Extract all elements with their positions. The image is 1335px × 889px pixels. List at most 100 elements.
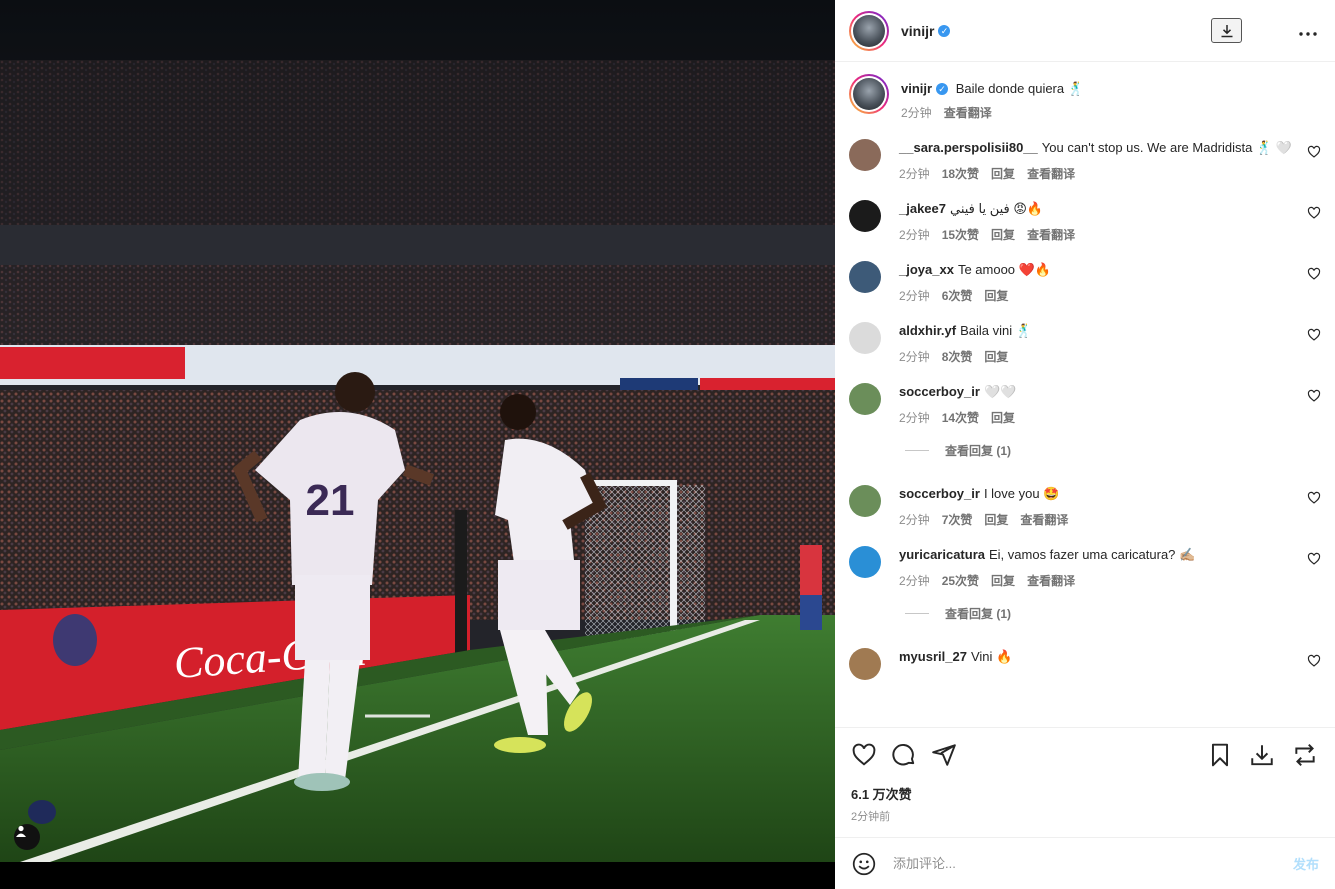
post-time: 2分钟前: [851, 811, 891, 823]
view-replies-button[interactable]: 查看回复 (1): [905, 442, 1321, 459]
comment-like-heart-icon[interactable]: [1307, 267, 1321, 281]
commenter-avatar[interactable]: [849, 546, 881, 578]
comment-time: 2分钟: [899, 574, 930, 588]
commenter-username[interactable]: soccerboy_ir: [899, 384, 980, 399]
comment-like-count[interactable]: 15次赞: [942, 226, 979, 243]
verified-badge-icon: ✓: [938, 24, 951, 37]
comment-text: Baila vini 🕺: [960, 323, 1032, 338]
comment-time: 2分钟: [899, 350, 930, 364]
like-count[interactable]: 6.1 万次赞: [851, 784, 912, 803]
user-tag-icon[interactable]: [14, 824, 40, 850]
repost-icon[interactable]: [1292, 742, 1318, 768]
comment-like-count[interactable]: 8次赞: [942, 348, 973, 365]
svg-text:21: 21: [306, 476, 355, 525]
comment-like-heart-icon[interactable]: [1307, 389, 1321, 403]
commenter-username[interactable]: myusril_27: [899, 649, 967, 664]
reply-link[interactable]: 回复: [991, 409, 1015, 426]
caption-translate-link[interactable]: 查看翻译: [944, 104, 992, 121]
commenter-avatar[interactable]: [849, 261, 881, 293]
comment-like-count[interactable]: 25次赞: [942, 572, 979, 589]
author-username[interactable]: vinijr: [901, 23, 934, 39]
comments-list[interactable]: vinijr ✓ Baile donde quiera 🕺 2分钟 查看翻译 __…: [835, 62, 1335, 727]
translate-link[interactable]: 查看翻译: [1020, 511, 1068, 528]
commenter-avatar[interactable]: [849, 139, 881, 171]
comment-like-count[interactable]: 7次赞: [942, 511, 973, 528]
comment-like-heart-icon[interactable]: [1307, 328, 1321, 342]
emoji-icon[interactable]: [851, 851, 877, 877]
translate-link[interactable]: 查看翻译: [1027, 226, 1075, 243]
replies-divider: [905, 613, 929, 614]
comment-row: yuricaricatura Ei, vamos fazer uma carica…: [849, 546, 1321, 589]
commenter-avatar[interactable]: [849, 200, 881, 232]
comment-time: 2分钟: [899, 513, 930, 527]
view-replies-label[interactable]: 查看回复 (1): [945, 442, 1011, 459]
comment-like-heart-icon[interactable]: [1307, 206, 1321, 220]
download-button[interactable]: [1211, 18, 1242, 43]
comment-row: soccerboy_ir I love you 🤩 2分钟 7次赞 回复 查看翻译: [849, 485, 1321, 528]
comment-like-heart-icon[interactable]: [1307, 145, 1321, 159]
comment-text: Ei, vamos fazer uma caricatura? ✍🏼: [989, 547, 1196, 562]
caption-time: 2分钟: [901, 106, 932, 120]
post-image[interactable]: Coca-Cola 21: [0, 0, 835, 889]
commenter-username[interactable]: _joya_xx: [899, 262, 954, 277]
author-avatar[interactable]: [849, 10, 889, 51]
comment-row: __sara.perspolisii80__ You can't stop us.…: [849, 139, 1321, 182]
commenter-avatar[interactable]: [849, 322, 881, 354]
translate-link[interactable]: 查看翻译: [1027, 572, 1075, 589]
commenter-username[interactable]: soccerboy_ir: [899, 486, 980, 501]
commenter-avatar[interactable]: [849, 648, 881, 680]
reply-link[interactable]: 回复: [984, 287, 1008, 304]
comment-row: soccerboy_ir 🤍🤍 2分钟 14次赞 回复: [849, 383, 1321, 426]
comment-like-heart-icon[interactable]: [1307, 491, 1321, 505]
commenter-username[interactable]: aldxhir.yf: [899, 323, 956, 338]
reply-link[interactable]: 回复: [984, 348, 1008, 365]
reply-link[interactable]: 回复: [984, 511, 1008, 528]
comment-text: You can't stop us. We are Madridista 🕺 🤍: [1041, 140, 1292, 155]
comment-row: aldxhir.yf Baila vini 🕺 2分钟 8次赞 回复: [849, 322, 1321, 365]
reply-link[interactable]: 回复: [991, 572, 1015, 589]
download-icon[interactable]: [1249, 742, 1275, 768]
more-options-button[interactable]: [1299, 20, 1317, 41]
comment-text: Te amooo ❤️🔥: [957, 262, 1052, 277]
commenter-username[interactable]: _jakee7: [899, 201, 946, 216]
comment-like-count[interactable]: 14次赞: [942, 409, 979, 426]
comment-input[interactable]: [893, 856, 1285, 871]
post-sidebar: vinijr ✓ vinijr ✓ Baile donde quiera 🕺 2…: [835, 0, 1335, 889]
share-icon[interactable]: [931, 742, 957, 768]
comment-time: 2分钟: [899, 228, 930, 242]
commenter-avatar[interactable]: [849, 485, 881, 517]
replies-divider: [905, 450, 929, 451]
action-bar: 6.1 万次赞 2分钟前: [835, 727, 1335, 837]
post-comment-button[interactable]: 发布: [1293, 854, 1319, 873]
comment-icon[interactable]: [891, 742, 917, 768]
comment-like-count[interactable]: 18次赞: [942, 165, 979, 182]
save-bookmark-icon[interactable]: [1207, 742, 1233, 768]
comment-like-heart-icon[interactable]: [1307, 654, 1321, 668]
commenter-username[interactable]: yuricaricatura: [899, 547, 985, 562]
comment-row: myusril_27 Vini 🔥: [849, 648, 1321, 680]
comment-text: I love you 🤩: [983, 486, 1060, 501]
comment-text: Vini 🔥: [970, 649, 1013, 664]
caption-author-avatar[interactable]: [849, 74, 889, 114]
comment-text: 🤍🤍: [983, 384, 1017, 399]
comment-row: _joya_xx Te amooo ❤️🔥 2分钟 6次赞 回复: [849, 261, 1321, 304]
comment-time: 2分钟: [899, 167, 930, 181]
translate-link[interactable]: 查看翻译: [1027, 165, 1075, 182]
commenter-avatar[interactable]: [849, 383, 881, 415]
caption-text: Baile donde quiera 🕺: [955, 81, 1084, 96]
comment-text: فين يا فيني 😡🔥: [950, 201, 1044, 216]
reply-link[interactable]: 回复: [991, 226, 1015, 243]
reply-link[interactable]: 回复: [991, 165, 1015, 182]
like-heart-icon[interactable]: [851, 742, 877, 768]
stadium-photo: Coca-Cola 21: [0, 0, 835, 889]
comment-time: 2分钟: [899, 411, 930, 425]
comment-time: 2分钟: [899, 289, 930, 303]
caption-username[interactable]: vinijr: [901, 81, 932, 96]
view-replies-button[interactable]: 查看回复 (1): [905, 605, 1321, 622]
commenter-username[interactable]: __sara.perspolisii80__: [899, 140, 1038, 155]
verified-badge-icon: ✓: [936, 83, 949, 95]
comment-like-count[interactable]: 6次赞: [942, 287, 973, 304]
view-replies-label[interactable]: 查看回复 (1): [945, 605, 1011, 622]
caption: vinijr ✓ Baile donde quiera 🕺 2分钟 查看翻译: [849, 74, 1321, 121]
comment-like-heart-icon[interactable]: [1307, 552, 1321, 566]
